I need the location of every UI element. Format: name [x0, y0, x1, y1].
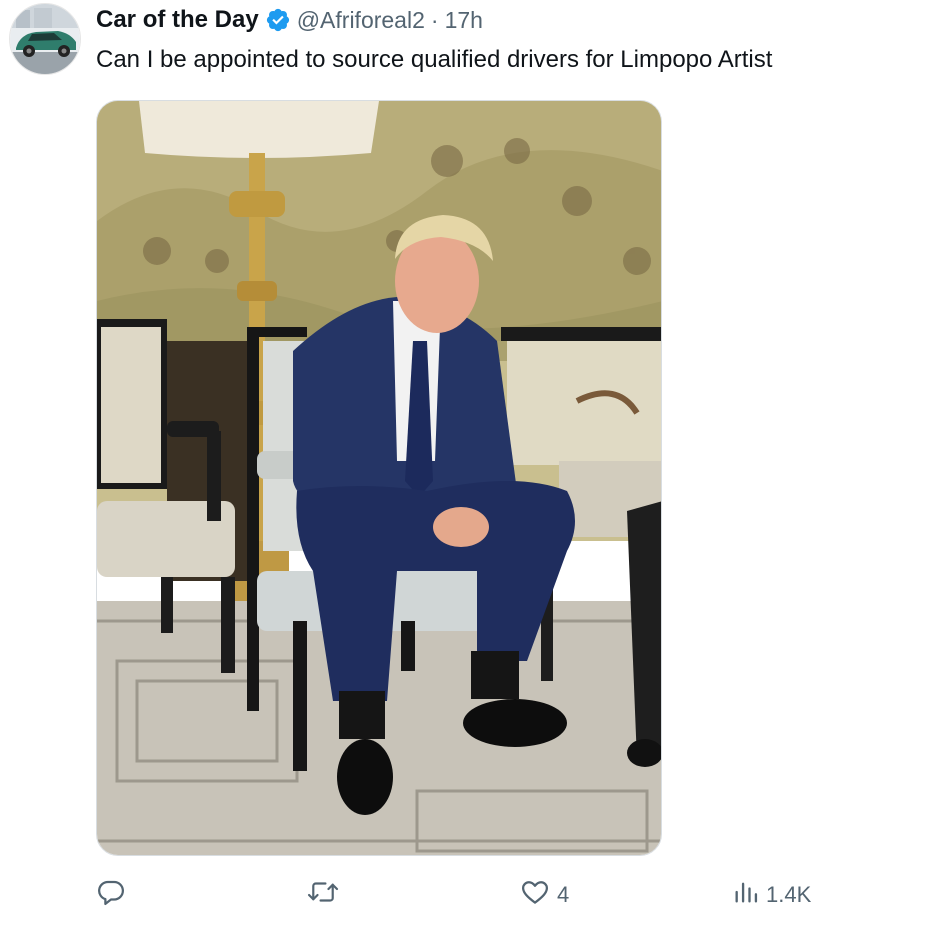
retweet-button[interactable]	[306, 872, 346, 918]
tweet-text: Can I be appointed to source qualified d…	[96, 46, 773, 73]
reply-button[interactable]	[96, 872, 132, 918]
verified-badge-icon	[265, 7, 291, 33]
tweet-actions: 4 1.4K	[0, 872, 934, 918]
views-button[interactable]: 1.4K	[732, 872, 811, 918]
tweet-header: Car of the Day @Afriforeal2 · 17h	[96, 4, 483, 36]
tweet-photo[interactable]	[96, 100, 662, 856]
like-icon	[519, 877, 551, 913]
like-button[interactable]: 4	[519, 872, 569, 918]
author-display-name[interactable]: Car of the Day	[96, 6, 259, 34]
avatar-car-image	[10, 4, 80, 74]
views-count: 1.4K	[766, 882, 812, 907]
like-count: 4	[557, 882, 570, 907]
author-handle[interactable]: @Afriforeal2	[297, 7, 425, 34]
avatar[interactable]	[9, 3, 81, 75]
photo-man-seated-in-chair	[97, 101, 661, 855]
views-icon	[732, 877, 760, 913]
reply-icon	[96, 877, 126, 913]
retweet-icon	[306, 877, 340, 913]
tweet[interactable]: Car of the Day @Afriforeal2 · 17h Can I …	[0, 0, 934, 930]
tweet-timestamp[interactable]: 17h	[445, 7, 483, 34]
separator-dot: ·	[430, 6, 439, 33]
